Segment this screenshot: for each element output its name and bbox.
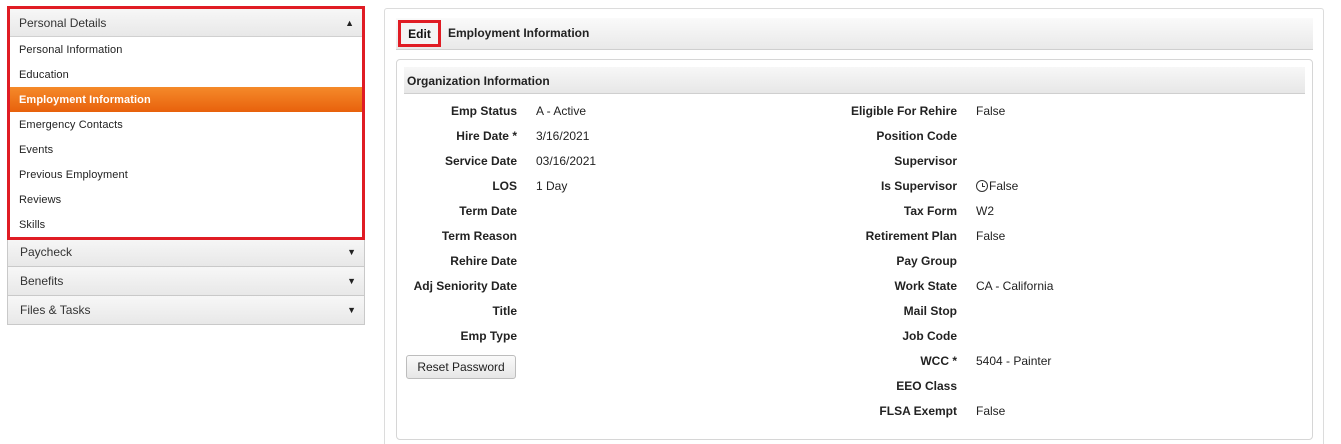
sidebar-item-education[interactable]: Education — [10, 62, 362, 87]
value-wcc: 5404 - Painter — [976, 354, 1052, 368]
value-is-supervisor: False — [989, 179, 1019, 193]
sidebar-item-employment-information[interactable]: Employment Information — [10, 87, 362, 112]
sidebar-item-previous-employment[interactable]: Previous Employment — [10, 162, 362, 187]
value-tax-form: W2 — [976, 204, 994, 218]
value-flsa-exempt: False — [976, 404, 1006, 418]
label-tax-form: Tax Form — [903, 204, 957, 218]
label-retirement-plan: Retirement Plan — [865, 229, 957, 243]
label-eeo-class: EEO Class — [896, 379, 957, 393]
value-emp-status: A - Active — [536, 104, 587, 118]
sidebar-item-reviews[interactable]: Reviews — [10, 187, 362, 212]
page-title: Employment Information — [448, 26, 590, 40]
value-work-state: CA - California — [976, 279, 1054, 293]
accordion-header-label: Personal Details — [19, 15, 107, 30]
label-pay-group: Pay Group — [896, 254, 957, 268]
label-hire-date: Hire Date * — [456, 129, 517, 143]
caret-down-icon: ▼ — [347, 305, 356, 315]
panel-toolbar: Edit Employment Information — [396, 18, 1313, 50]
personal-details-list: Personal Information Education Employmen… — [10, 37, 362, 237]
label-service-date: Service Date — [444, 154, 517, 168]
label-wcc: WCC * — [920, 354, 957, 368]
label-los: LOS — [492, 179, 517, 193]
organization-information-section: Organization Information Emp Status A - … — [396, 59, 1313, 440]
main-panel: Edit Employment Information Organization… — [384, 8, 1324, 444]
label-position-code: Position Code — [876, 129, 957, 143]
label-work-state: Work State — [894, 279, 957, 293]
label-flsa-exempt: FLSA Exempt — [879, 404, 957, 418]
label-term-date: Term Date — [459, 204, 517, 218]
caret-down-icon: ▼ — [347, 276, 356, 286]
value-is-supervisor-wrapper: False — [976, 179, 1018, 193]
label-eligible-for-rehire: Eligible For Rehire — [850, 104, 957, 118]
accordion-header-files-tasks[interactable]: Files & Tasks ▼ — [7, 296, 365, 325]
label-title: Title — [492, 304, 517, 318]
value-eligible-for-rehire: False — [976, 104, 1006, 118]
value-los: 1 Day — [536, 179, 568, 193]
label-emp-type: Emp Type — [460, 329, 517, 343]
label-rehire-date: Rehire Date — [450, 254, 517, 268]
accordion-header-personal-details[interactable]: Personal Details ▲ — [10, 9, 362, 37]
value-service-date: 03/16/2021 — [536, 154, 597, 168]
accordion-header-label: Paycheck — [20, 245, 73, 259]
edit-button[interactable]: Edit — [398, 20, 441, 47]
value-hire-date: 3/16/2021 — [536, 129, 590, 143]
sidebar-item-events[interactable]: Events — [10, 137, 362, 162]
value-retirement-plan: False — [976, 229, 1006, 243]
label-job-code: Job Code — [902, 329, 957, 343]
label-supervisor: Supervisor — [894, 154, 957, 168]
reset-password-button[interactable]: Reset Password — [406, 355, 516, 379]
accordion-header-label: Benefits — [20, 274, 64, 288]
sidebar-item-personal-information[interactable]: Personal Information — [10, 37, 362, 62]
label-mail-stop: Mail Stop — [903, 304, 957, 318]
collapsed-accordion-groups: Paycheck ▼ Benefits ▼ Files & Tasks ▼ — [7, 238, 365, 325]
label-is-supervisor: Is Supervisor — [880, 179, 957, 193]
label-adj-seniority-date: Adj Seniority Date — [413, 279, 517, 293]
accordion-personal-details: Personal Details ▲ Personal Information … — [7, 6, 365, 240]
accordion-header-benefits[interactable]: Benefits ▼ — [7, 267, 365, 296]
label-emp-status: Emp Status — [450, 104, 517, 118]
caret-down-icon: ▼ — [347, 247, 356, 257]
sidebar-item-skills[interactable]: Skills — [10, 212, 362, 237]
caret-up-icon: ▲ — [345, 17, 354, 28]
accordion-header-paycheck[interactable]: Paycheck ▼ — [7, 238, 365, 267]
sidebar-item-emergency-contacts[interactable]: Emergency Contacts — [10, 112, 362, 137]
accordion-header-label: Files & Tasks — [20, 303, 91, 317]
label-term-reason: Term Reason — [441, 229, 517, 243]
section-title: Organization Information — [404, 67, 1305, 94]
clock-icon[interactable] — [976, 180, 988, 192]
sidebar-nav: Personal Details ▲ Personal Information … — [7, 6, 365, 325]
